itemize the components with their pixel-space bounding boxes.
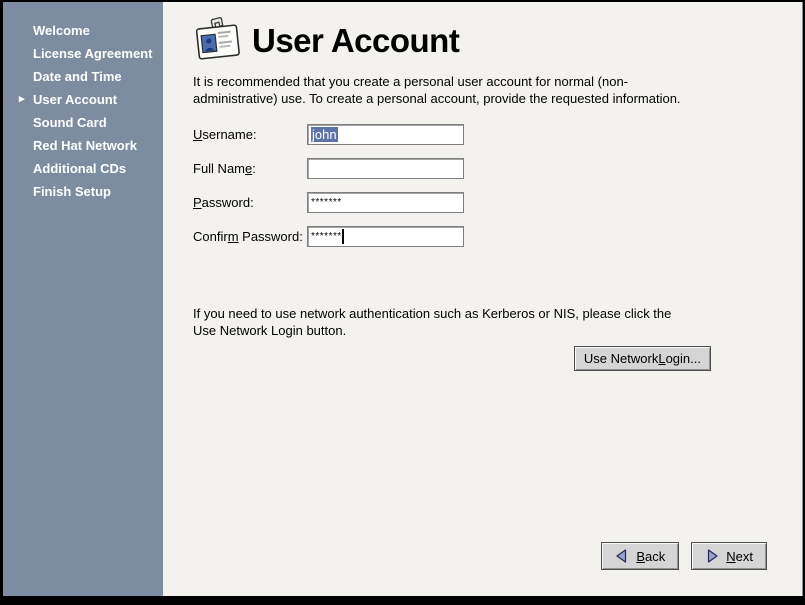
password-input[interactable]: *******	[307, 192, 464, 213]
form-row-confirm-password: Confirm Password: *******	[193, 226, 802, 247]
sidebar-item-date-and-time: Date and Time	[3, 65, 163, 88]
masked-password: *******	[311, 226, 342, 247]
id-badge-icon	[193, 17, 243, 65]
sidebar-item-welcome: Welcome	[3, 19, 163, 42]
page-header: User Account	[193, 17, 802, 65]
selected-text: john	[311, 127, 338, 142]
user-account-form: Username: john Full Name: Password: ****…	[193, 124, 802, 247]
use-network-login-button[interactable]: Use Network Login...	[574, 346, 711, 371]
wizard-steps-sidebar: Welcome License Agreement Date and Time …	[3, 2, 163, 596]
confirm-password-label: Confirm Password:	[193, 229, 307, 244]
next-arrow-icon	[705, 549, 719, 563]
sidebar-item-label: Additional CDs	[33, 161, 126, 176]
form-row-full-name: Full Name:	[193, 158, 802, 179]
sidebar-item-label: User Account	[33, 92, 117, 107]
sidebar-item-red-hat-network: Red Hat Network	[3, 134, 163, 157]
description-line: administrative) use. To create a persona…	[193, 90, 802, 107]
next-button[interactable]: Next	[691, 542, 767, 570]
masked-password: *******	[311, 192, 342, 213]
full-name-input[interactable]	[307, 158, 464, 179]
page-title: User Account	[252, 17, 459, 65]
sidebar-item-label: Sound Card	[33, 115, 107, 130]
setup-wizard-window: Welcome License Agreement Date and Time …	[3, 2, 803, 596]
full-name-label: Full Name:	[193, 161, 307, 176]
network-note-line: If you need to use network authenticatio…	[193, 305, 802, 322]
username-input[interactable]: john	[307, 124, 464, 145]
sidebar-item-label: Finish Setup	[33, 184, 111, 199]
sidebar-item-label: Welcome	[33, 23, 90, 38]
back-arrow-icon	[615, 549, 629, 563]
network-button-row: Use Network Login...	[193, 346, 711, 371]
sidebar-item-user-account: ▸ User Account	[3, 88, 163, 111]
next-button-label: Next	[726, 549, 753, 564]
sidebar-item-sound-card: Sound Card	[3, 111, 163, 134]
sidebar-item-label: Red Hat Network	[33, 138, 137, 153]
form-row-username: Username: john	[193, 124, 802, 145]
sidebar-item-label: Date and Time	[33, 69, 122, 84]
sidebar-item-license-agreement: License Agreement	[3, 42, 163, 65]
network-auth-note: If you need to use network authenticatio…	[193, 305, 802, 339]
back-button[interactable]: Back	[601, 542, 679, 570]
username-label: Username:	[193, 127, 307, 142]
sidebar-item-additional-cds: Additional CDs	[3, 157, 163, 180]
description-line: It is recommended that you create a pers…	[193, 73, 802, 90]
confirm-password-input[interactable]: *******	[307, 226, 464, 247]
sidebar-item-finish-setup: Finish Setup	[3, 180, 163, 203]
main-content: User Account It is recommended that you …	[163, 2, 802, 596]
current-step-arrow-icon: ▸	[19, 88, 25, 111]
back-button-label: Back	[636, 549, 665, 564]
text-caret	[342, 229, 344, 244]
page-description: It is recommended that you create a pers…	[193, 73, 802, 107]
password-label: Password:	[193, 195, 307, 210]
wizard-nav-buttons: Back Next	[601, 542, 767, 570]
network-note-line: Use Network Login button.	[193, 322, 802, 339]
sidebar-item-label: License Agreement	[33, 46, 152, 61]
form-row-password: Password: *******	[193, 192, 802, 213]
